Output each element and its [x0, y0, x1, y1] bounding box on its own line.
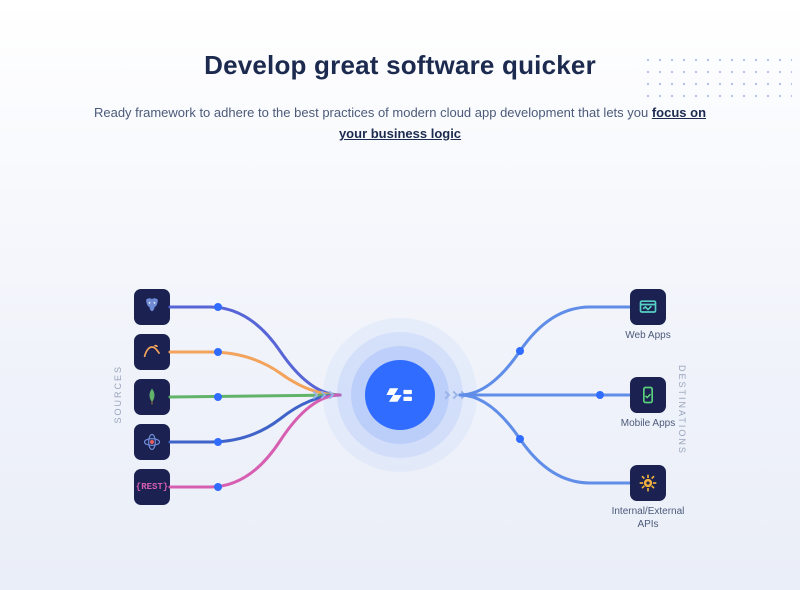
destination-tile-mobile-apps — [630, 377, 666, 413]
api-gear-icon — [638, 473, 658, 493]
destination-tile-apis — [630, 465, 666, 501]
mongodb-icon — [142, 387, 162, 407]
destination-tile-web-apps — [630, 289, 666, 325]
destination-label-mobile-apps: Mobile Apps — [613, 417, 683, 430]
source-flow-lines — [170, 275, 340, 535]
architecture-diagram: SOURCES DESTINATIONS {REST} — [0, 275, 800, 575]
framework-logo-icon — [383, 378, 417, 412]
postgresql-icon — [142, 297, 162, 317]
destinations-label: DESTINATIONS — [677, 365, 687, 455]
flow-chevron-left — [310, 392, 334, 398]
web-apps-icon — [638, 297, 658, 317]
source-tile-redis — [134, 424, 170, 460]
redis-icon — [142, 432, 162, 452]
destination-label-apis: Internal/External APIs — [601, 505, 695, 531]
decorative-dots — [642, 54, 792, 104]
rest-icon: {REST} — [136, 482, 168, 492]
mobile-apps-icon — [638, 385, 658, 405]
mysql-icon — [142, 342, 162, 362]
destination-flow-lines — [460, 275, 630, 535]
destination-label-web-apps: Web Apps — [613, 329, 683, 342]
framework-hub — [365, 360, 435, 430]
sources-label: SOURCES — [113, 365, 123, 424]
source-tile-postgresql — [134, 289, 170, 325]
source-tile-mysql — [134, 334, 170, 370]
page-subtitle: Ready framework to adhere to the best pr… — [90, 103, 710, 145]
subtitle-prefix: Ready framework to adhere to the best pr… — [94, 105, 652, 120]
source-tile-mongodb — [134, 379, 170, 415]
source-tile-rest: {REST} — [134, 469, 170, 505]
